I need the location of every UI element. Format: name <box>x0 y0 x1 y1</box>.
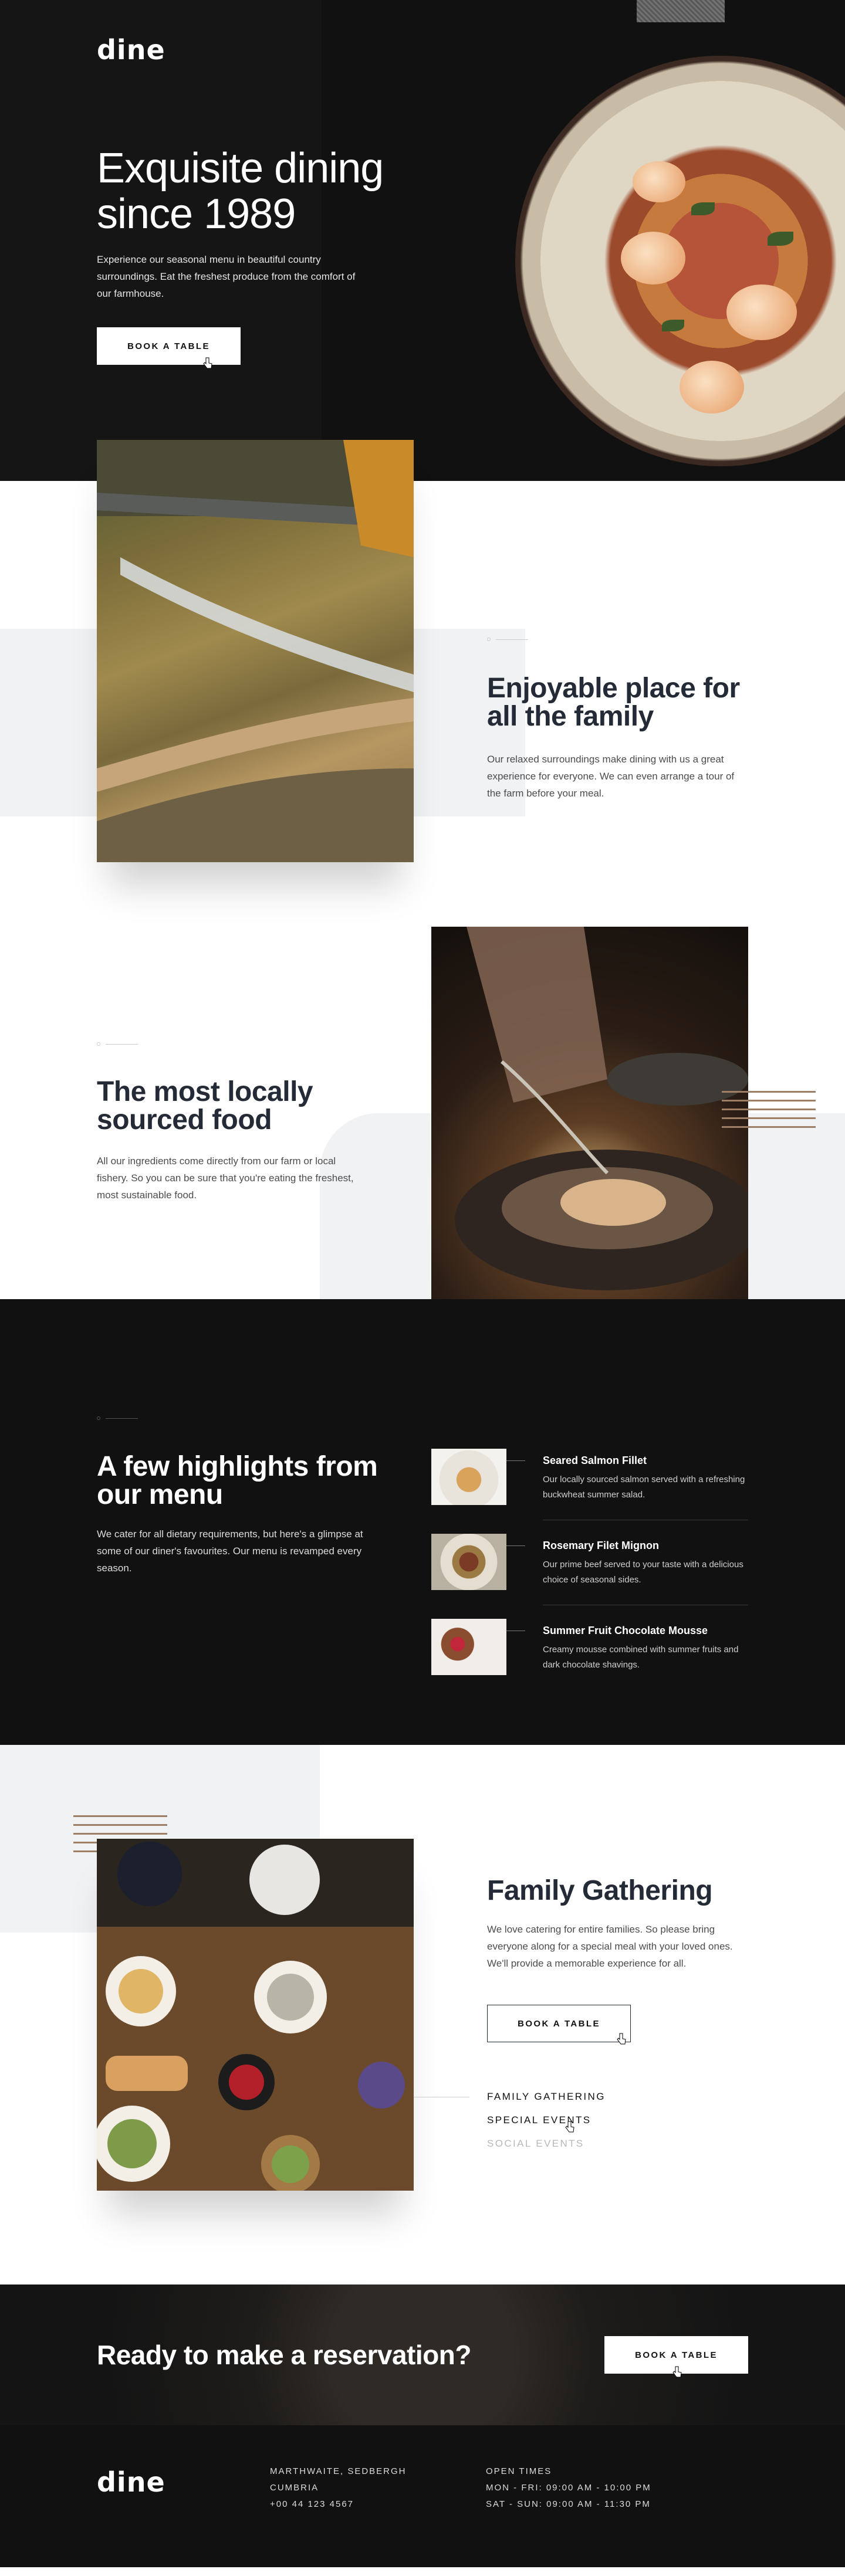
menu-item: Rosemary Filet Mignon Our prime beef ser… <box>431 1534 748 1619</box>
item-connector <box>506 1545 525 1546</box>
hand-cursor-icon <box>617 2033 626 2045</box>
hero-text: Experience our seasonal menu in beautifu… <box>97 254 356 299</box>
address-line: CUMBRIA <box>270 2483 319 2493</box>
divider-dot <box>487 638 491 641</box>
menu-item: Summer Fruit Chocolate Mousse Creamy mou… <box>431 1619 748 1704</box>
local-title: The most locally sourced food <box>97 1076 313 1136</box>
reservation-section: Ready to make a reservation? BOOK A TABL… <box>0 2284 845 2425</box>
chef-plating-image <box>431 927 748 1349</box>
footer-address: MARTHWAITE, SEDBERGH CUMBRIA +00 44 123 … <box>270 2463 407 2513</box>
salmon-thumbnail <box>431 1449 506 1505</box>
logo[interactable]: dine <box>97 34 165 66</box>
menu-item-desc: Our prime beef served to your taste with… <box>543 1560 743 1585</box>
landscape-illustration <box>97 440 414 862</box>
section-divider <box>106 1418 138 1419</box>
enjoyable-section: Enjoyable place for all the family Our r… <box>0 440 845 927</box>
hand-cursor-icon <box>565 2121 574 2133</box>
shrimp-2 <box>726 284 797 340</box>
hours-line: SAT - SUN: 09:00 AM - 11:30 PM <box>486 2499 651 2509</box>
family-title: Family Gathering <box>487 1875 713 1906</box>
menu-item: Seared Salmon Fillet Our locally sourced… <box>431 1449 748 1534</box>
mousse-thumbnail <box>431 1619 506 1675</box>
tab-social-events[interactable]: SOCIAL EVENTS <box>487 2138 584 2150</box>
menu-item-desc: Creamy mousse combined with summer fruit… <box>543 1645 739 1670</box>
hero-book-button[interactable]: BOOK A TABLE <box>97 327 241 365</box>
item-connector <box>506 1460 525 1461</box>
family-table-image <box>97 1839 414 2191</box>
divider-dot <box>97 1416 100 1420</box>
footer-hours: OPEN TIMES MON - FRI: 09:00 AM - 10:00 P… <box>486 2463 651 2513</box>
enjoyable-title: Enjoyable place for all the family <box>487 673 740 732</box>
hero-title: Exquisite dining since 1989 <box>97 145 384 238</box>
menu-item-name: Summer Fruit Chocolate Mousse <box>543 1625 708 1636</box>
hand-cursor-icon <box>672 2366 682 2378</box>
enjoyable-text: Our relaxed surroundings make dining wit… <box>487 754 735 799</box>
footer-logo[interactable]: dine <box>97 2466 165 2498</box>
leaf-1 <box>691 202 715 215</box>
local-section: The most locally sourced food All our in… <box>0 927 845 1349</box>
leaf-2 <box>768 232 793 246</box>
footer: dine MARTHWAITE, SEDBERGH CUMBRIA +00 44… <box>0 2425 845 2567</box>
hours-line: MON - FRI: 09:00 AM - 10:00 PM <box>486 2483 651 2493</box>
menu-title: A few highlights from our menu <box>97 1451 378 1510</box>
section-divider <box>496 639 528 640</box>
address-line: MARTHWAITE, SEDBERGH <box>270 2466 407 2476</box>
filet-thumbnail <box>431 1534 506 1590</box>
hero-dish-image <box>515 56 845 466</box>
shrimp-3 <box>680 361 744 413</box>
family-text: We love catering for entire families. So… <box>487 1924 733 1969</box>
family-section: Family Gathering We love catering for en… <box>0 1745 845 2284</box>
hours-heading: OPEN TIMES <box>486 2466 552 2476</box>
landscape-image <box>97 440 414 862</box>
menu-item-name: Seared Salmon Fillet <box>543 1455 647 1466</box>
menu-item-desc: Our locally sourced salmon served with a… <box>543 1475 745 1500</box>
menu-section: A few highlights from our menu We cater … <box>0 1299 845 1745</box>
menu-text: We cater for all dietary requirements, b… <box>97 1528 363 1574</box>
shrimp-4 <box>633 161 685 202</box>
hero-section: dine Exquisite dining since 1989 Experie… <box>0 0 845 481</box>
section-divider <box>106 1044 138 1045</box>
family-book-button[interactable]: BOOK A TABLE <box>487 2005 631 2042</box>
decorative-lines <box>722 1091 816 1135</box>
chef-illustration <box>455 927 748 1290</box>
menu-item-name: Rosemary Filet Mignon <box>543 1540 660 1551</box>
table-illustration <box>97 1839 414 2191</box>
tab-family-gathering[interactable]: FAMILY GATHERING <box>487 2091 606 2103</box>
phone-number: +00 44 123 4567 <box>270 2499 354 2509</box>
hero-shade <box>0 0 322 481</box>
texture-decoration <box>637 0 725 22</box>
tab-special-events[interactable]: SPECIAL EVENTS <box>487 2114 592 2126</box>
reservation-title: Ready to make a reservation? <box>97 2340 471 2370</box>
local-text: All our ingredients come directly from o… <box>97 1155 354 1201</box>
divider-dot <box>97 1042 100 1046</box>
shrimp-1 <box>621 232 685 284</box>
hand-cursor-icon <box>203 357 212 369</box>
leaf-3 <box>662 320 684 331</box>
